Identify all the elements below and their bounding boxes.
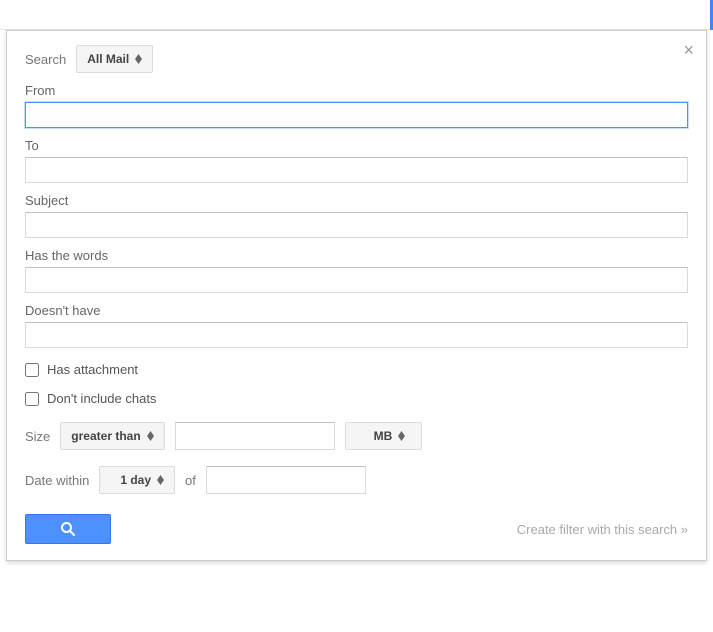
from-input[interactable] <box>25 102 688 128</box>
size-unit-dropdown[interactable]: MB <box>345 422 423 450</box>
date-value-input[interactable] <box>206 466 366 494</box>
dont-include-chats-checkbox[interactable] <box>25 392 39 406</box>
search-scope-row: Search All Mail <box>25 45 688 73</box>
to-input[interactable] <box>25 157 688 183</box>
sort-arrows-icon <box>135 54 142 64</box>
has-words-input[interactable] <box>25 267 688 293</box>
has-words-field-block: Has the words <box>25 248 688 293</box>
date-range-dropdown[interactable]: 1 day <box>99 466 175 494</box>
size-row: Size greater than MB <box>25 422 688 450</box>
doesnt-have-input[interactable] <box>25 322 688 348</box>
close-icon[interactable]: × <box>683 41 694 59</box>
date-range-value: 1 day <box>120 473 151 487</box>
size-comparator-dropdown[interactable]: greater than <box>60 422 164 450</box>
search-scope-value: All Mail <box>87 52 129 66</box>
footer-row: Create filter with this search » <box>25 514 688 544</box>
date-row: Date within 1 day of <box>25 466 688 494</box>
to-field-block: To <box>25 138 688 183</box>
has-attachment-row[interactable]: Has attachment <box>25 362 688 377</box>
size-comparator-value: greater than <box>71 429 140 443</box>
top-strip <box>0 0 713 30</box>
dont-include-chats-row[interactable]: Don't include chats <box>25 391 688 406</box>
search-button[interactable] <box>25 514 111 544</box>
doesnt-have-field-block: Doesn't have <box>25 303 688 348</box>
subject-field-block: Subject <box>25 193 688 238</box>
size-value-input[interactable] <box>175 422 335 450</box>
sort-arrows-icon <box>157 475 164 485</box>
search-label: Search <box>25 52 66 67</box>
subject-label: Subject <box>25 193 688 208</box>
doesnt-have-label: Doesn't have <box>25 303 688 318</box>
has-attachment-label: Has attachment <box>47 362 138 377</box>
size-label: Size <box>25 429 50 444</box>
create-filter-link[interactable]: Create filter with this search » <box>517 522 688 537</box>
date-within-label: Date within <box>25 473 89 488</box>
from-label: From <box>25 83 688 98</box>
of-label: of <box>185 473 196 488</box>
sort-arrows-icon <box>147 431 154 441</box>
sort-arrows-icon <box>398 431 405 441</box>
has-attachment-checkbox[interactable] <box>25 363 39 377</box>
has-words-label: Has the words <box>25 248 688 263</box>
search-scope-dropdown[interactable]: All Mail <box>76 45 153 73</box>
search-icon <box>60 521 76 537</box>
dont-include-chats-label: Don't include chats <box>47 391 156 406</box>
to-label: To <box>25 138 688 153</box>
advanced-search-panel: × Search All Mail From To Subject Has th… <box>6 30 707 561</box>
size-unit-value: MB <box>374 429 393 443</box>
from-field-block: From <box>25 83 688 128</box>
subject-input[interactable] <box>25 212 688 238</box>
